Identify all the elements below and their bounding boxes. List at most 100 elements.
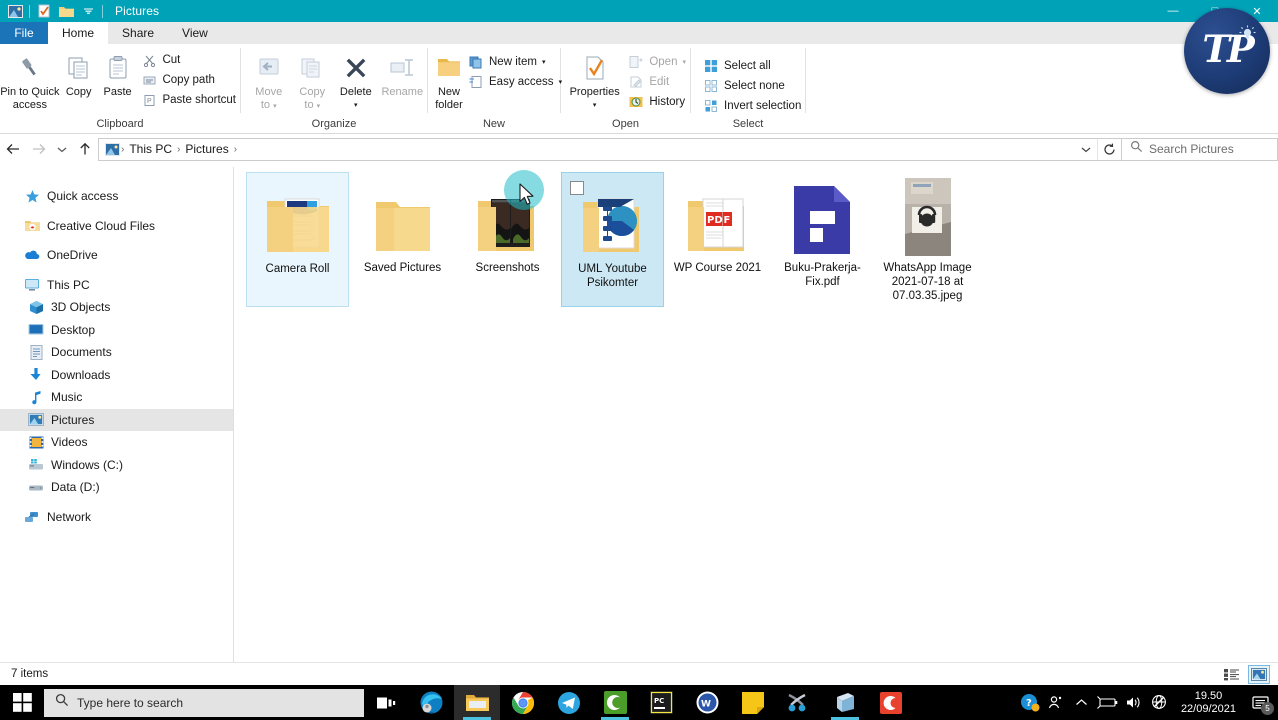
taskbar-app-snipping-tool[interactable] bbox=[776, 685, 822, 720]
taskbar-app-camtasia[interactable] bbox=[592, 685, 638, 720]
sidebar-item-pictures[interactable]: Pictures bbox=[0, 408, 233, 431]
breadcrumb-this-pc[interactable]: This PC bbox=[125, 142, 176, 156]
invert-selection-button[interactable]: Invert selection bbox=[699, 96, 805, 116]
tab-share[interactable]: Share bbox=[108, 22, 169, 44]
move-to-button[interactable]: Move to ▾ bbox=[247, 48, 291, 112]
taskbar-app-microsoft-store[interactable] bbox=[822, 685, 868, 720]
open-dropdown-icon[interactable]: ▾ bbox=[682, 58, 686, 66]
properties-button[interactable]: Properties ▾ bbox=[565, 48, 624, 111]
select-all-button[interactable]: Select all bbox=[699, 56, 805, 76]
new-item-button[interactable]: New item ▾ bbox=[464, 52, 566, 72]
navigation-pane[interactable]: Quick access Creative Cloud Files OneDri… bbox=[0, 167, 233, 662]
chevron-down-icon bbox=[1081, 147, 1091, 152]
taskbar-app-microsoft-edge[interactable] bbox=[408, 685, 454, 720]
svg-text:PC: PC bbox=[654, 697, 664, 705]
taskbar-app-google-chrome[interactable] bbox=[500, 685, 546, 720]
file-list-view[interactable]: Camera Roll Saved Pictures Screenshots U… bbox=[234, 167, 1278, 662]
easy-access-button[interactable]: Easy access ▾ bbox=[464, 72, 566, 92]
select-none-button[interactable]: Select none bbox=[699, 76, 805, 96]
back-button[interactable] bbox=[0, 136, 26, 162]
breadcrumb-pictures[interactable]: Pictures bbox=[181, 142, 232, 156]
new-folder-button[interactable]: New folder bbox=[434, 48, 464, 111]
sidebar-item-data-d[interactable]: Data (D:) bbox=[0, 476, 233, 499]
search-input[interactable]: Search Pictures bbox=[1122, 137, 1278, 161]
delete-button[interactable]: Delete ▾ bbox=[334, 48, 378, 111]
taskbar-search-input[interactable]: Type here to search bbox=[44, 688, 364, 717]
new-item-dropdown-icon[interactable]: ▾ bbox=[542, 58, 546, 66]
network-disconnected-icon[interactable] bbox=[1147, 685, 1173, 720]
notification-center-button[interactable]: 5 bbox=[1244, 685, 1278, 720]
move-to-label-2: to ▾ bbox=[260, 99, 277, 111]
sidebar-item-videos[interactable]: Videos bbox=[0, 431, 233, 454]
rename-button[interactable]: Rename bbox=[378, 48, 427, 98]
open-button[interactable]: Open ▾ bbox=[624, 52, 690, 72]
sidebar-item-downloads[interactable]: Downloads bbox=[0, 364, 233, 387]
taskbar-clock[interactable]: 19.50 22/09/2021 bbox=[1173, 690, 1244, 716]
chevron-up-icon[interactable] bbox=[1069, 685, 1095, 720]
pin-to-quick-access-button[interactable]: Pin to Quick access bbox=[0, 48, 60, 111]
copy-path-button[interactable]: Copy path bbox=[137, 70, 240, 90]
taskbar-app-telegram[interactable] bbox=[546, 685, 592, 720]
sidebar-item-windows-c[interactable]: Windows (C:) bbox=[0, 454, 233, 477]
taskbar-app-sticky-notes[interactable] bbox=[730, 685, 776, 720]
details-view-button[interactable] bbox=[1220, 665, 1242, 684]
properties-dropdown-icon[interactable]: ▾ bbox=[593, 98, 597, 111]
sidebar-item-onedrive[interactable]: OneDrive bbox=[0, 244, 233, 267]
battery-icon[interactable] bbox=[1095, 685, 1121, 720]
edit-button[interactable]: Edit bbox=[624, 72, 690, 92]
copy-to-button[interactable]: Copy to ▾ bbox=[291, 48, 335, 112]
sidebar-item-network[interactable]: Network bbox=[0, 506, 233, 529]
file-item-whatsapp-image[interactable]: WhatsApp Image 2021-07-18 at 07.03.35.jp… bbox=[876, 172, 979, 307]
recent-locations-button[interactable] bbox=[52, 136, 72, 162]
volume-icon[interactable] bbox=[1121, 685, 1147, 720]
address-path-box[interactable]: › This PC › Pictures › bbox=[98, 137, 1122, 161]
tab-view[interactable]: View bbox=[168, 22, 222, 44]
file-explorer-icon bbox=[465, 695, 489, 711]
people-icon[interactable] bbox=[1043, 685, 1069, 720]
sidebar-item-3d-objects[interactable]: 3D Objects bbox=[0, 296, 233, 319]
qat-dropdown-icon[interactable] bbox=[77, 1, 99, 21]
delete-dropdown-icon[interactable]: ▾ bbox=[354, 98, 358, 111]
breadcrumb-sep-2[interactable]: › bbox=[233, 144, 238, 155]
sidebar-item-music[interactable]: Music bbox=[0, 386, 233, 409]
new-folder-icon[interactable] bbox=[55, 1, 77, 21]
tab-file[interactable]: File bbox=[0, 22, 48, 44]
title-bar: Pictures — □ ✕ bbox=[0, 0, 1278, 22]
address-dropdown-button[interactable] bbox=[1075, 139, 1097, 160]
task-view-button[interactable] bbox=[364, 685, 408, 720]
refresh-button[interactable] bbox=[1097, 138, 1121, 160]
start-button[interactable] bbox=[0, 685, 44, 720]
file-item-buku-prakerja-fix-pdf[interactable]: Buku-Prakerja-Fix.pdf bbox=[771, 172, 874, 307]
back-arrow-icon bbox=[6, 144, 19, 154]
minimize-button[interactable]: — bbox=[1152, 0, 1194, 22]
file-item-camera-roll[interactable]: Camera Roll bbox=[246, 172, 349, 307]
taskbar-app-wordpress[interactable]: W bbox=[684, 685, 730, 720]
help-circle-icon[interactable]: ? bbox=[1017, 685, 1043, 720]
item-checkbox[interactable] bbox=[570, 181, 584, 195]
file-item-uml-youtube-psikomter[interactable]: UML Youtube Psikomter bbox=[561, 172, 664, 307]
forward-button[interactable] bbox=[26, 136, 52, 162]
sidebar-label: This PC bbox=[47, 277, 90, 292]
file-item-wp-course-2021[interactable]: PDF F WP Course 2021 bbox=[666, 172, 769, 307]
up-button[interactable] bbox=[72, 136, 98, 162]
sidebar-item-quick-access[interactable]: Quick access bbox=[0, 185, 233, 208]
clock-time: 19.50 bbox=[1194, 689, 1223, 702]
large-icons-view-button[interactable] bbox=[1248, 664, 1270, 684]
cut-button[interactable]: Cut bbox=[137, 50, 240, 70]
sidebar-item-this-pc[interactable]: This PC bbox=[0, 274, 233, 297]
paste-button[interactable]: Paste bbox=[98, 48, 138, 98]
file-item-saved-pictures[interactable]: Saved Pictures bbox=[351, 172, 454, 307]
properties-icon[interactable] bbox=[33, 1, 55, 21]
tab-home[interactable]: Home bbox=[48, 22, 109, 44]
history-button[interactable]: History bbox=[624, 92, 690, 112]
taskbar-app-file-explorer[interactable] bbox=[454, 685, 500, 720]
sidebar-item-desktop[interactable]: Desktop bbox=[0, 319, 233, 342]
taskbar-app-camtasia-recorder[interactable] bbox=[868, 685, 914, 720]
taskbar-app-pycharm[interactable]: PC bbox=[638, 685, 684, 720]
sidebar-item-creative-cloud-files[interactable]: Creative Cloud Files bbox=[0, 215, 233, 238]
copy-button[interactable]: Copy bbox=[60, 48, 98, 98]
sidebar-item-documents[interactable]: Documents bbox=[0, 341, 233, 364]
paste-shortcut-button[interactable]: P Paste shortcut bbox=[137, 90, 240, 110]
qat-divider bbox=[29, 4, 30, 18]
paste-label: Paste bbox=[103, 86, 132, 98]
